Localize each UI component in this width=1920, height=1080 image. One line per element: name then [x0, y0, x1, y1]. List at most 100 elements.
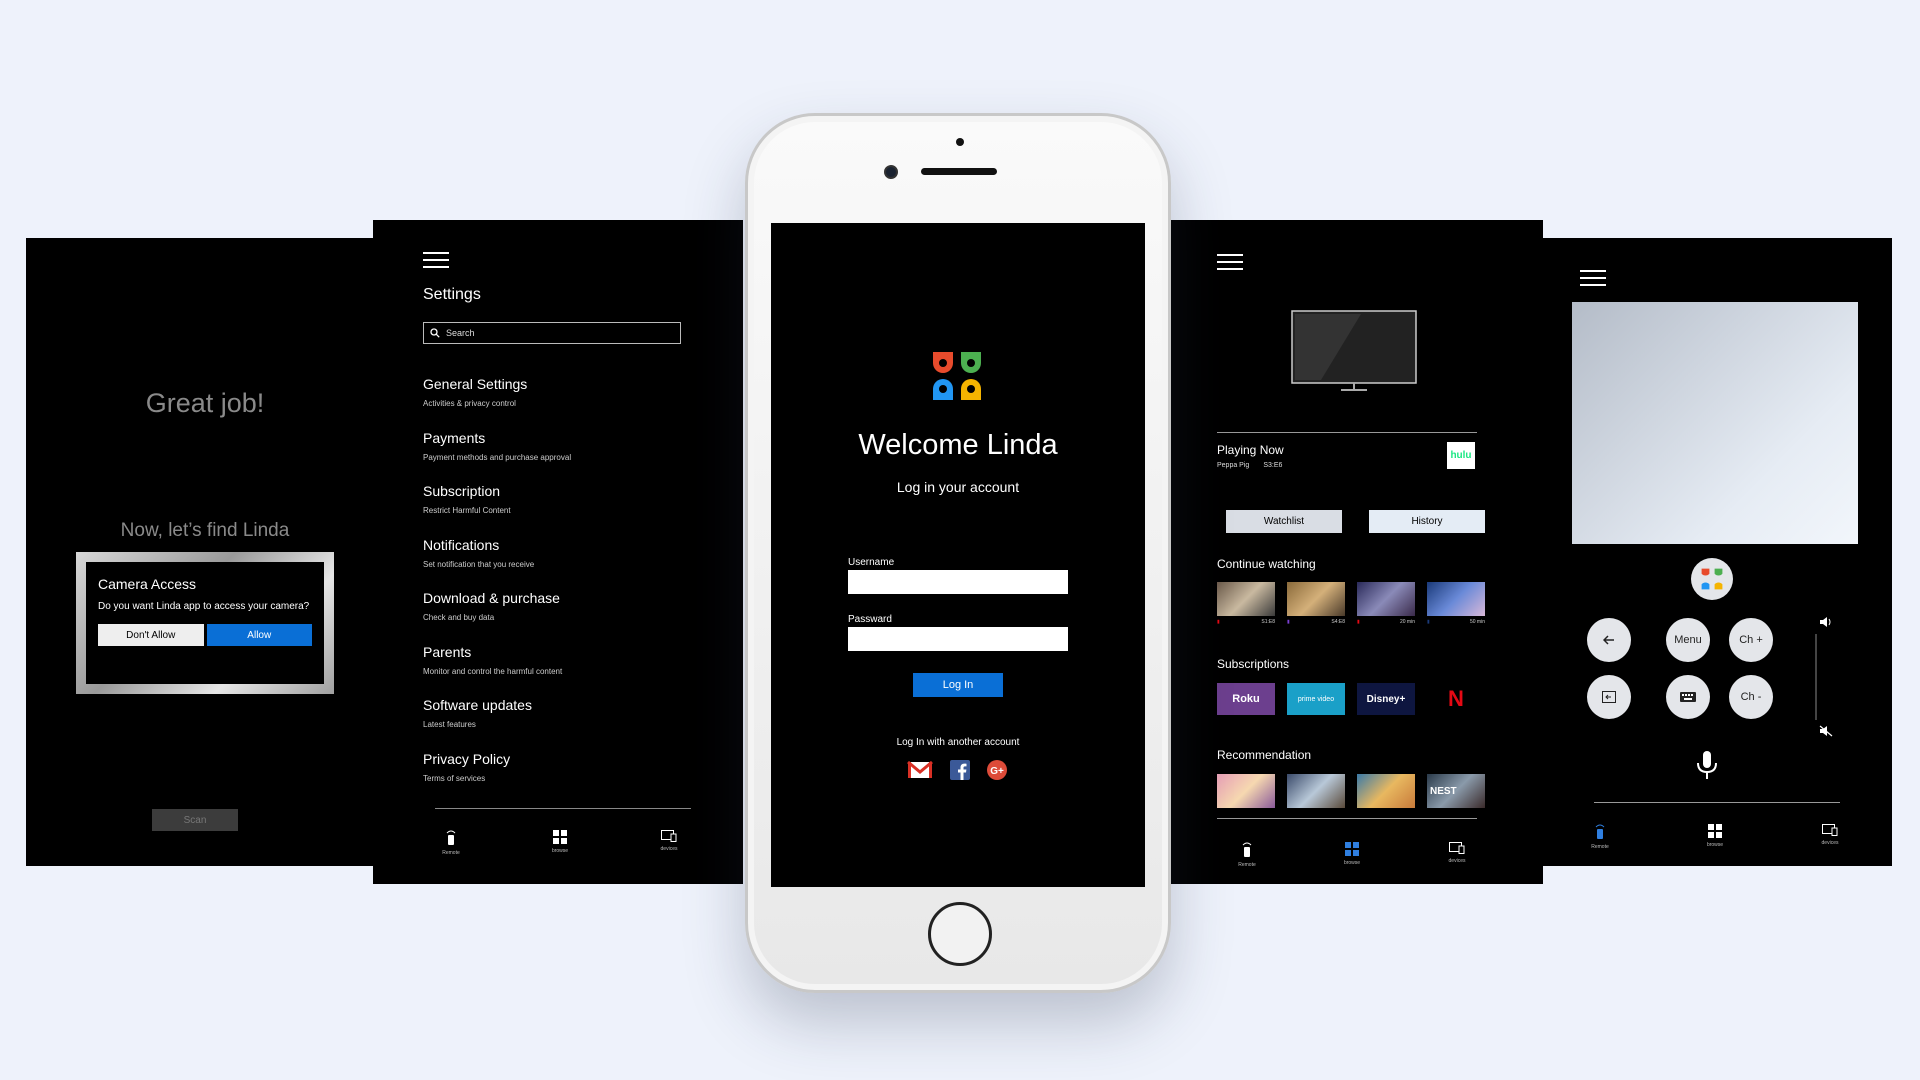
search-input[interactable]: Search: [423, 322, 681, 344]
nav-label: Remote: [1238, 862, 1256, 868]
login-subtitle: Log in your account: [896, 479, 1020, 495]
microphone-icon[interactable]: [1695, 750, 1719, 780]
recommendation-thumbnail[interactable]: [1357, 774, 1415, 808]
settings-item-subtitle: Payment methods and purchase approval: [423, 452, 572, 462]
phone-mockup: Welcome Linda Log in your account Userna…: [745, 113, 1171, 993]
login-screen: Welcome Linda Log in your account Userna…: [771, 223, 1145, 887]
settings-item-notifications[interactable]: Notifications Set notification that you …: [423, 537, 571, 591]
bottom-nav: Remote browse devices: [1217, 842, 1487, 868]
bottom-nav: Remote browse devices: [1570, 824, 1860, 850]
settings-item-subtitle: Set notification that you receive: [423, 559, 535, 569]
menu-button[interactable]: Menu: [1666, 618, 1710, 662]
camera-dialog: Camera Access Do you want Linda app to a…: [76, 552, 334, 694]
settings-item-software[interactable]: Software updates Latest features: [423, 697, 571, 751]
thumbnail-meta: S4:E8: [1331, 619, 1345, 625]
settings-item-download[interactable]: Download & purchase Check and buy data: [423, 590, 571, 644]
nav-remote[interactable]: Remote: [421, 830, 481, 856]
divider: [1594, 802, 1840, 803]
settings-item-general[interactable]: General Settings Activities & privacy co…: [423, 376, 571, 430]
grid-icon: [1345, 842, 1359, 856]
mute-icon[interactable]: [1819, 725, 1833, 737]
home-button[interactable]: [1691, 558, 1733, 600]
remote-screen: Menu Ch + Ch - Remote browse devices: [1542, 238, 1892, 866]
nav-browse[interactable]: browse: [1685, 824, 1745, 850]
input-button[interactable]: [1587, 675, 1631, 719]
settings-item-title: Subscription: [423, 483, 501, 499]
divider: [1217, 432, 1477, 433]
nav-devices[interactable]: devices: [639, 830, 699, 856]
channel-down-button[interactable]: Ch -: [1729, 675, 1773, 719]
nav-label: Remote: [442, 850, 460, 856]
menu-icon[interactable]: [1217, 254, 1243, 270]
facebook-icon[interactable]: [950, 760, 970, 780]
settings-item-subtitle: Latest features: [423, 720, 476, 729]
continue-thumbnail[interactable]: ▮ 50 min: [1427, 582, 1485, 625]
roku-tile[interactable]: Roku: [1217, 683, 1275, 715]
devices-icon: [661, 830, 677, 842]
volume-up-icon[interactable]: [1819, 616, 1833, 628]
subscriptions-row: Roku prime video Disney+ N: [1217, 683, 1485, 715]
divider: [435, 808, 691, 809]
nav-remote[interactable]: Remote: [1217, 842, 1277, 868]
devices-icon: [1449, 842, 1465, 854]
allow-button[interactable]: Allow: [206, 624, 312, 646]
nav-label: devices: [1448, 858, 1466, 864]
scan-button[interactable]: Scan: [152, 809, 238, 831]
continue-watching-row: ▮ S1:E8 ▮ S4:E8 ▮ 20 min ▮ 50 min: [1217, 582, 1485, 625]
menu-icon[interactable]: [423, 252, 449, 268]
settings-item-parents[interactable]: Parents Monitor and control the harmful …: [423, 644, 571, 698]
prime-video-tile[interactable]: prime video: [1287, 683, 1345, 715]
google-plus-icon[interactable]: G+: [987, 760, 1007, 780]
nav-devices[interactable]: devices: [1427, 842, 1487, 868]
show-title: Peppa Pig: [1217, 462, 1250, 469]
nav-remote[interactable]: Remote: [1570, 824, 1630, 850]
settings-item-subtitle: Check and buy data: [423, 613, 495, 622]
channel-up-button[interactable]: Ch +: [1729, 618, 1773, 662]
continue-watching-label: Continue watching: [1217, 557, 1316, 571]
settings-item-privacy[interactable]: Privacy Policy Terms of services: [423, 751, 571, 805]
password-field[interactable]: [848, 627, 1068, 651]
nav-browse[interactable]: browse: [530, 830, 590, 856]
great-job-heading: Great job!: [145, 388, 265, 418]
nav-browse[interactable]: browse: [1322, 842, 1382, 868]
continue-thumbnail[interactable]: ▮ S1:E8: [1217, 582, 1275, 625]
settings-item-subtitle: Monitor and control the harmful content: [423, 666, 563, 676]
recommendation-thumbnail[interactable]: [1287, 774, 1345, 808]
disney-plus-tile[interactable]: Disney+: [1357, 683, 1415, 715]
netflix-tile[interactable]: N: [1427, 683, 1485, 715]
grid-icon: [553, 830, 567, 844]
settings-item-subscription[interactable]: Subscription Restrict Harmful Content: [423, 483, 571, 537]
devices-icon: [1822, 824, 1838, 836]
menu-icon[interactable]: [1580, 270, 1606, 286]
volume-slider[interactable]: [1815, 634, 1817, 720]
keyboard-button[interactable]: [1666, 675, 1710, 719]
username-field[interactable]: [848, 570, 1068, 594]
continue-thumbnail[interactable]: ▮ S4:E8: [1287, 582, 1345, 625]
continue-thumbnail[interactable]: ▮ 20 min: [1357, 582, 1415, 625]
nav-label: browse: [1343, 860, 1361, 866]
recommendation-thumbnail[interactable]: [1217, 774, 1275, 808]
front-camera: [884, 165, 898, 179]
settings-item-payments[interactable]: Payments Payment methods and purchase ap…: [423, 430, 571, 484]
remote-icon: [1242, 842, 1252, 857]
home-button[interactable]: [928, 902, 992, 966]
another-account-text: Log In with another account: [896, 737, 1020, 748]
watchlist-button[interactable]: Watchlist: [1226, 510, 1342, 533]
subscriptions-label: Subscriptions: [1217, 657, 1290, 671]
login-button[interactable]: Log In: [913, 673, 1003, 697]
search-placeholder: Search: [446, 328, 475, 338]
password-label: Passward: [848, 614, 892, 625]
back-button[interactable]: [1587, 618, 1631, 662]
settings-item-title: Software updates: [423, 697, 532, 713]
recommendation-label: Recommendation: [1217, 748, 1312, 762]
gmail-icon[interactable]: [907, 760, 933, 780]
remote-icon: [1595, 824, 1605, 839]
nav-devices[interactable]: devices: [1800, 824, 1860, 850]
settings-item-title: Notifications: [423, 536, 500, 553]
nav-label: browse: [551, 848, 569, 854]
settings-item-subtitle: Activities & privacy control: [423, 399, 516, 408]
dont-allow-button[interactable]: Don't Allow: [98, 624, 204, 646]
history-button[interactable]: History: [1369, 510, 1485, 533]
recommendation-thumbnail[interactable]: NEST: [1427, 774, 1485, 808]
divider: [1217, 818, 1477, 819]
